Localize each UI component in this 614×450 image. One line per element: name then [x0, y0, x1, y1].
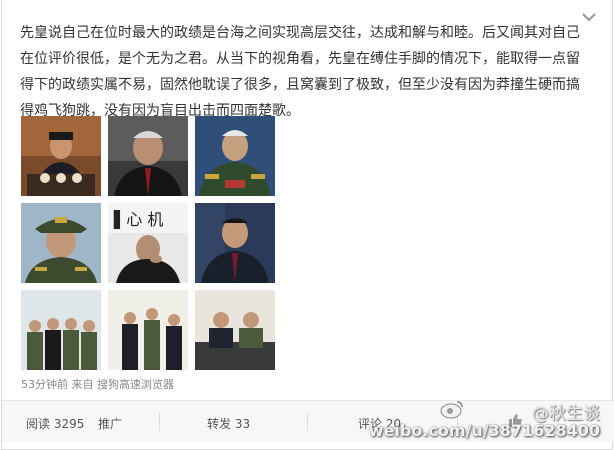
- image-grid: ▌心 机: [21, 116, 277, 372]
- photo-thumbnail[interactable]: [108, 116, 188, 196]
- post-source-prefix: 来自: [71, 378, 94, 391]
- photo-thumbnail[interactable]: ▌心 机: [108, 203, 188, 283]
- repost-count: 33: [234, 417, 251, 431]
- post-source-link[interactable]: 搜狗高速浏览器: [97, 378, 174, 391]
- read-value: 3295: [53, 417, 85, 431]
- post-text: 先皇说自己在位时最大的政绩是台海之间实现高层交往，达成和解与和睦。后又闻其对自己…: [20, 25, 580, 119]
- repost-button[interactable]: 转发 33: [207, 415, 250, 432]
- comment-count: 20: [385, 417, 402, 431]
- photo-thumbnail[interactable]: [21, 203, 101, 283]
- read-label: 阅读: [26, 417, 51, 431]
- svg-text:▌心 机: ▌心 机: [113, 209, 163, 229]
- photo-thumbnail[interactable]: [21, 290, 101, 370]
- action-bar: 阅读 3295 推广 转发 33 评论 20: [2, 400, 614, 442]
- photo-thumbnail[interactable]: [195, 203, 275, 283]
- photo-thumbnail[interactable]: [21, 116, 101, 196]
- repost-label: 转发: [207, 417, 232, 431]
- action-divider: [159, 413, 160, 431]
- photo-thumbnail[interactable]: [195, 116, 275, 196]
- photo-thumbnail[interactable]: [195, 290, 275, 370]
- weibo-post-card: 先皇说自己在位时最大的政绩是台海之间实现高层交往，达成和解与和睦。后又闻其对自己…: [1, 0, 614, 450]
- photo-thumbnail[interactable]: [108, 290, 188, 370]
- comment-button[interactable]: 评论 20: [358, 415, 401, 432]
- comment-label: 评论: [358, 417, 383, 431]
- action-divider: [457, 413, 458, 431]
- thumbs-up-icon[interactable]: [507, 412, 523, 431]
- promote-label: 推广: [98, 417, 123, 431]
- chevron-down-icon[interactable]: [580, 11, 598, 23]
- promote-button[interactable]: 推广: [98, 415, 122, 432]
- post-time[interactable]: 53分钟前: [21, 378, 68, 391]
- action-divider: [307, 413, 308, 431]
- read-count: 阅读 3295: [26, 415, 84, 432]
- post-meta: 53分钟前 来自 搜狗高速浏览器: [21, 376, 174, 392]
